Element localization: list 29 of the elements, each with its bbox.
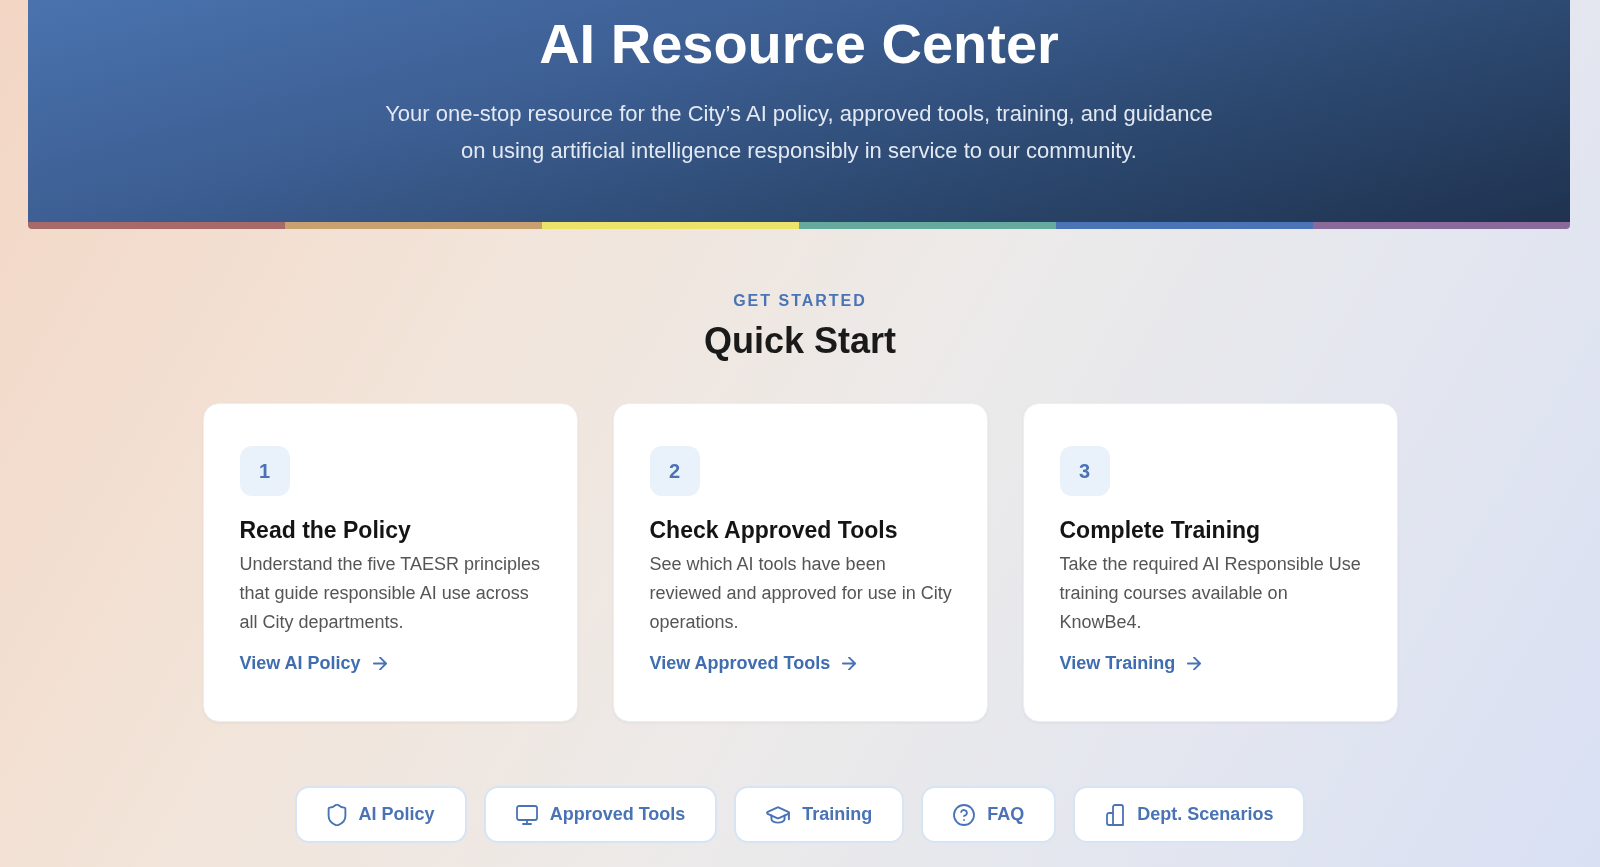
page-title: AI Resource Center: [539, 11, 1059, 77]
card-description: Take the required AI Responsible Use training courses available on KnowBe4.: [1059, 553, 1362, 634]
nav-button[interactable]: AI Policy: [294, 786, 467, 843]
section-eyebrow: GET STARTED: [733, 291, 867, 311]
card-link[interactable]: View Approved Tools: [649, 651, 857, 675]
help-icon: [953, 803, 976, 826]
card-title: Complete Training: [1059, 516, 1261, 545]
card-link[interactable]: View Training: [1059, 651, 1202, 675]
arrow-right-icon: [842, 656, 857, 670]
arrow-right-icon: [1187, 656, 1202, 670]
hero-subtitle: Your one-stop resource for the City’s AI policy, approved tools, training, and guidance on using artificial intelligence responsibly in service to our community.: [384, 100, 1214, 165]
nav-button[interactable]: Training: [734, 786, 905, 843]
monitor-icon: [515, 804, 538, 825]
section-heading: Quick Start: [703, 320, 897, 362]
nav-button[interactable]: Dept. Scenarios: [1073, 786, 1306, 843]
arrow-right-icon: [372, 656, 387, 670]
card-description: See which AI tools have been reviewed and approved for use in City operations.: [649, 553, 953, 634]
card-description: Understand the five TAESR principles that guide responsible AI use across all City departments.: [239, 553, 541, 634]
step-number: 2: [649, 446, 700, 496]
card-title: Check Approved Tools: [649, 516, 898, 545]
step-number: 1: [239, 446, 290, 496]
nav-button[interactable]: FAQ: [921, 786, 1057, 843]
graduation-cap-icon: [766, 805, 791, 824]
building-icon: [1105, 803, 1126, 826]
card-link[interactable]: View AI Policy: [239, 651, 387, 675]
nav-button[interactable]: Approved Tools: [483, 786, 718, 843]
card-title: Read the Policy: [239, 516, 411, 545]
shield-icon: [326, 803, 347, 826]
step-number: 3: [1059, 446, 1110, 496]
